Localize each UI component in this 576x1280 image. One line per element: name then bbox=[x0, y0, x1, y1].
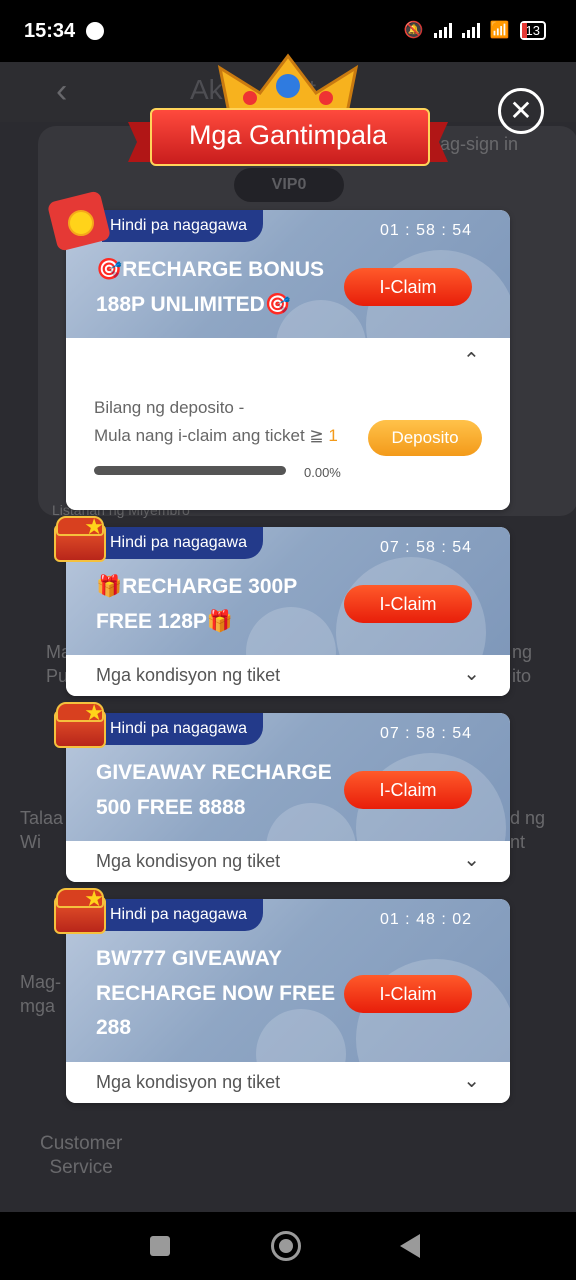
close-button[interactable]: ✕ bbox=[498, 88, 544, 134]
rewards-ribbon: Mga Gantimpala bbox=[128, 108, 448, 166]
reward-title-line-2: FREE 128P🎁 bbox=[96, 610, 234, 633]
reward-card-2: Hindi pa nagagawa 07 : 58 : 54 🎁RECHARGE… bbox=[66, 527, 510, 696]
reward-title-line-1: 🎁RECHARGE 300P bbox=[96, 575, 298, 598]
rewards-title: Mga Gantimpala bbox=[188, 120, 388, 150]
claim-button[interactable]: I-Claim bbox=[344, 771, 472, 809]
reward-title-line-2: 500 FREE 8888 bbox=[96, 796, 246, 819]
treasure-chest-icon: ★ bbox=[52, 700, 106, 748]
red-envelope-icon bbox=[46, 190, 112, 252]
claim-button[interactable]: I-Claim bbox=[344, 268, 472, 306]
reward-title-line-1: 🎯RECHARGE BONUS bbox=[96, 258, 324, 281]
back-button[interactable] bbox=[400, 1234, 420, 1258]
card-header: Hindi pa nagagawa 01 : 48 : 02 BW777 GIV… bbox=[66, 899, 510, 1103]
countdown-timer: 07 : 58 : 54 bbox=[379, 539, 472, 556]
reward-title-line-1: BW777 GIVEAWAY bbox=[96, 947, 282, 970]
messenger-icon bbox=[86, 22, 104, 40]
status-badge: Hindi pa nagagawa bbox=[102, 210, 263, 242]
card-header: Hindi pa nagagawa 07 : 58 : 54 GIVEAWAY … bbox=[66, 713, 510, 882]
ticket-conditions-label: Mga kondisyon ng tiket bbox=[96, 851, 281, 871]
ticket-conditions-label: Mga kondisyon ng tiket bbox=[96, 1072, 281, 1092]
ticket-conditions-row[interactable]: Mga kondisyon ng tiket ⌄ bbox=[66, 655, 510, 696]
progress-percent: 0.00% bbox=[304, 465, 341, 480]
progress-bar bbox=[94, 466, 286, 475]
treasure-chest-icon: ★ bbox=[52, 886, 106, 934]
ticket-conditions-label: Mga kondisyon ng tiket bbox=[96, 665, 281, 685]
deposit-label: Bilang ng deposito - bbox=[94, 398, 245, 417]
countdown-timer: 07 : 58 : 54 bbox=[379, 725, 472, 742]
reward-title-line-3: 288 bbox=[96, 1016, 132, 1039]
card-header: Hindi pa nagagawa 07 : 58 : 54 🎁RECHARGE… bbox=[66, 527, 510, 696]
reward-card-3: Hindi pa nagagawa 07 : 58 : 54 GIVEAWAY … bbox=[66, 713, 510, 882]
reward-card-1: Hindi pa nagagawa 01 : 58 : 54 🎯RECHARGE… bbox=[66, 210, 510, 510]
ticket-conditions-row[interactable]: Mga kondisyon ng tiket ⌄ bbox=[66, 1062, 510, 1103]
deposit-condition: Mula nang i-claim ang ticket ≧ 1 bbox=[94, 426, 338, 445]
card-details: ⌄ Bilang ng deposito - Mula nang i-claim… bbox=[66, 338, 510, 510]
status-badge: Hindi pa nagagawa bbox=[102, 713, 263, 745]
deposit-count: 1 bbox=[328, 426, 338, 445]
chevron-up-icon[interactable]: ⌄ bbox=[463, 346, 480, 371]
card-header: Hindi pa nagagawa 01 : 58 : 54 🎯RECHARGE… bbox=[66, 210, 510, 400]
reward-title-line-2: RECHARGE NOW FREE bbox=[96, 982, 336, 1005]
reward-card-4: Hindi pa nagagawa 01 : 48 : 02 BW777 GIV… bbox=[66, 899, 510, 1103]
battery-icon: 13 bbox=[519, 20, 546, 40]
claim-button[interactable]: I-Claim bbox=[344, 585, 472, 623]
chevron-down-icon[interactable]: ⌄ bbox=[463, 1068, 480, 1093]
treasure-chest-icon: ★ bbox=[52, 514, 106, 562]
status-icons: 🔕 📶 13 bbox=[404, 20, 546, 40]
status-badge: Hindi pa nagagawa bbox=[102, 899, 263, 931]
countdown-timer: 01 : 48 : 02 bbox=[379, 911, 472, 928]
countdown-timer: 01 : 58 : 54 bbox=[379, 222, 472, 239]
reward-title-line-2: 188P UNLIMITED🎯 bbox=[96, 293, 291, 316]
mute-icon: 🔕 bbox=[403, 22, 424, 39]
status-badge: Hindi pa nagagawa bbox=[102, 527, 263, 559]
android-nav-bar bbox=[0, 1212, 576, 1280]
recent-apps-button[interactable] bbox=[150, 1236, 170, 1256]
ticket-conditions-row[interactable]: Mga kondisyon ng tiket ⌄ bbox=[66, 841, 510, 882]
reward-title-line-1: GIVEAWAY RECHARGE bbox=[96, 761, 332, 784]
home-button[interactable] bbox=[271, 1231, 301, 1261]
wifi-icon: 📶 bbox=[489, 22, 510, 39]
chevron-down-icon[interactable]: ⌄ bbox=[463, 661, 480, 686]
status-time: 15:34 bbox=[24, 20, 76, 42]
deposit-button[interactable]: Deposito bbox=[368, 420, 482, 456]
claim-button[interactable]: I-Claim bbox=[344, 975, 472, 1013]
signal-icon bbox=[433, 22, 452, 38]
signal-icon-2 bbox=[461, 22, 480, 38]
chevron-down-icon[interactable]: ⌄ bbox=[463, 847, 480, 872]
